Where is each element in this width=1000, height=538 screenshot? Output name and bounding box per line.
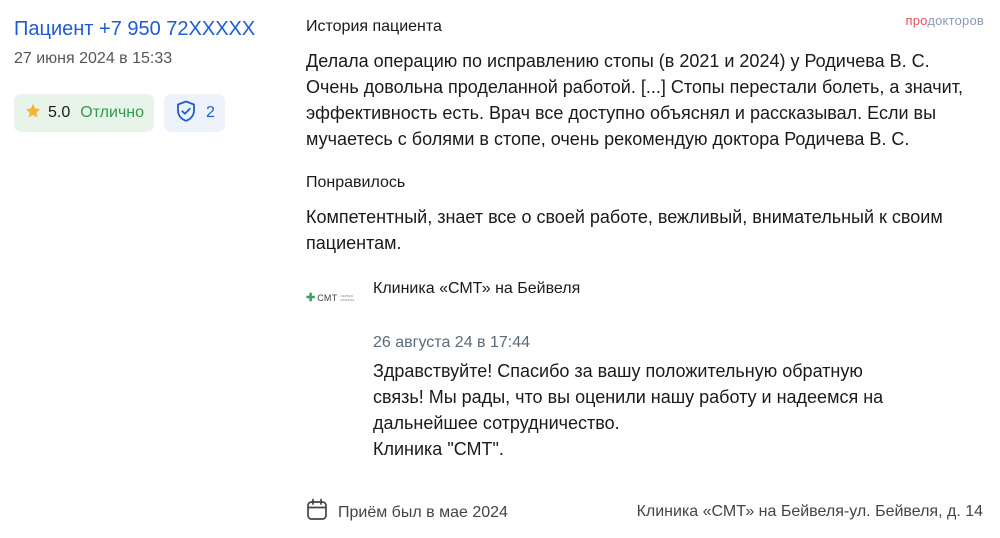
badges-row: 5.0 Отлично 2 bbox=[14, 94, 284, 132]
reply-date: 26 августа 24 в 17:44 bbox=[373, 334, 531, 351]
verified-badge[interactable]: 2 bbox=[164, 94, 225, 132]
liked-text: Компетентный, знает все о своей работе, … bbox=[306, 207, 943, 253]
logo-subtext: ПЕРВАЯ КЛИНИКА bbox=[340, 294, 355, 302]
review-content: История пациента Делала операцию по испр… bbox=[306, 16, 986, 468]
review-date: 27 июня 2024 в 15:33 bbox=[14, 50, 173, 67]
reply-clinic-name: Клиника «СМТ» на Бейвеля bbox=[373, 280, 581, 297]
rating-badge[interactable]: 5.0 Отлично bbox=[14, 94, 155, 132]
clinic-address-link[interactable]: Клиника «СМТ» на Бейвеля-ул. Бейвеля, д.… bbox=[637, 502, 983, 522]
shield-check-icon bbox=[174, 99, 198, 128]
reply-text-line: связь! Мы рады, что вы оценили нашу рабо… bbox=[373, 387, 884, 407]
history-title: История пациента bbox=[306, 18, 442, 35]
liked-title: Понравилось bbox=[306, 174, 406, 191]
clinic-logo: ✚ СМТ ПЕРВАЯ КЛИНИКА bbox=[306, 290, 358, 306]
logo-cross-icon: ✚ bbox=[306, 292, 316, 304]
rating-value: 5.0 bbox=[48, 104, 71, 121]
verified-count: 2 bbox=[206, 104, 215, 121]
review-footer: Приём был в мае 2024 Клиника «СМТ» на Бе… bbox=[306, 498, 986, 526]
reply-text-line: дальнейшее сотрудничество. bbox=[373, 413, 620, 433]
patient-panel: Пациент +7 950 72XXXXX 27 июня 2024 в 15… bbox=[14, 16, 284, 132]
visit-info: Приём был в мае 2024 bbox=[306, 498, 508, 527]
calendar-icon bbox=[306, 498, 328, 527]
reply-text: Здравствуйте! Спасибо за вашу положитель… bbox=[373, 358, 973, 462]
logo-text: СМТ bbox=[317, 293, 338, 303]
visit-text: Приём был в мае 2024 bbox=[338, 503, 508, 521]
clinic-reply: ✚ СМТ ПЕРВАЯ КЛИНИКА Клиника «СМТ» на Бе… bbox=[306, 278, 986, 468]
reply-text-line: Здравствуйте! Спасибо за вашу положитель… bbox=[373, 361, 863, 381]
reply-text-line: Клиника "СМТ". bbox=[373, 439, 504, 459]
history-text: Делала операцию по исправлению стопы (в … bbox=[306, 51, 963, 149]
star-icon bbox=[24, 102, 42, 125]
rating-label: Отлично bbox=[80, 104, 145, 121]
patient-name-link[interactable]: Пациент +7 950 72XXXXX bbox=[14, 16, 284, 42]
